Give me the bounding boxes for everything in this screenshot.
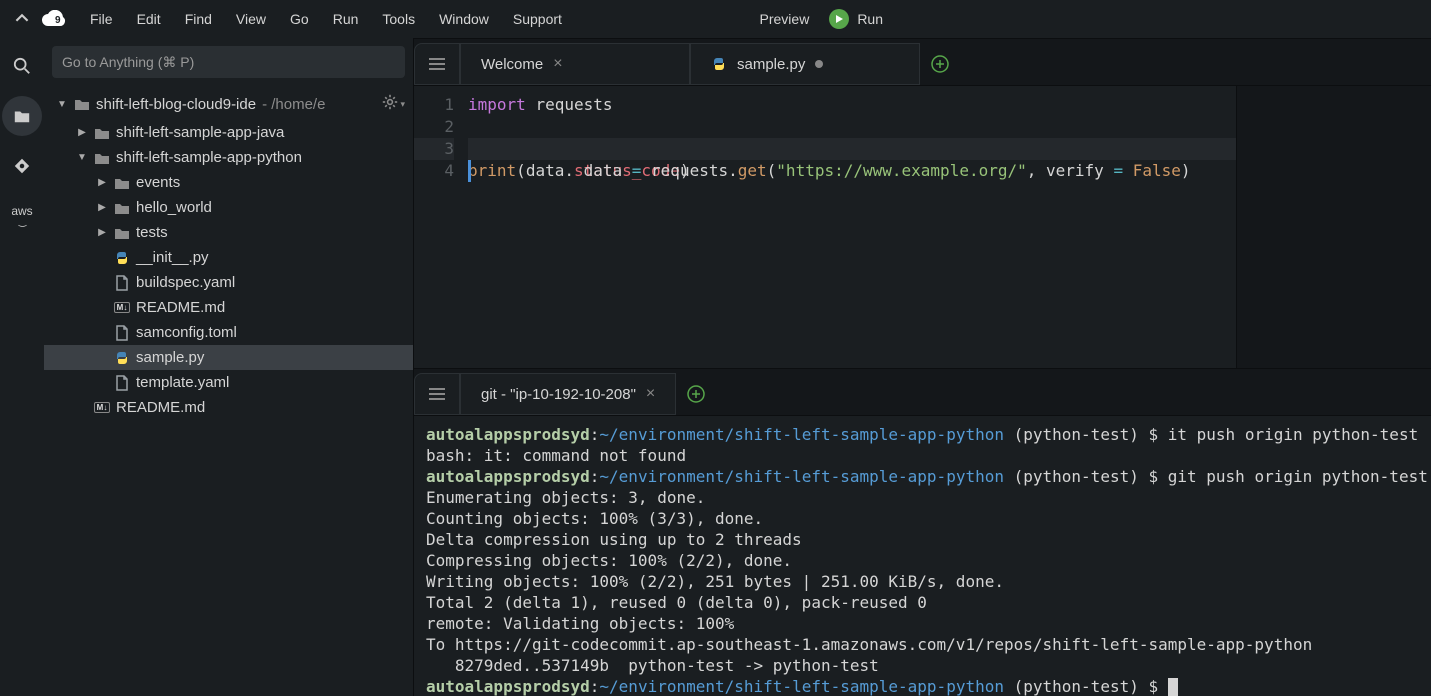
play-icon <box>829 9 849 29</box>
close-icon[interactable]: × <box>646 385 655 403</box>
explorer-icon[interactable] <box>2 96 42 136</box>
tree-item-label: shift-left-sample-app-python <box>116 149 302 166</box>
menu-edit[interactable]: Edit <box>125 7 173 31</box>
svg-text:9: 9 <box>55 15 61 26</box>
menu-view[interactable]: View <box>224 7 278 31</box>
tab-label: Welcome <box>481 56 543 73</box>
tree-folder[interactable]: ▶ tests <box>44 220 413 245</box>
chevron-right-icon: ▶ <box>76 127 88 138</box>
terminal-tab-menu-button[interactable] <box>414 373 460 415</box>
collapse-icon[interactable] <box>8 11 36 28</box>
cloud9-logo-icon: 9 <box>40 5 68 33</box>
tree-item-label: __init__.py <box>136 249 209 266</box>
tree-file[interactable]: buildspec.yaml <box>44 270 413 295</box>
close-icon[interactable]: × <box>553 55 562 73</box>
folder-icon <box>74 96 90 112</box>
menu-file[interactable]: File <box>78 7 125 31</box>
tree-folder[interactable]: ▶ hello_world <box>44 195 413 220</box>
tree-item-label: sample.py <box>136 349 204 366</box>
gear-icon <box>382 94 398 114</box>
folder-icon <box>94 150 110 166</box>
tree-item-label: hello_world <box>136 199 212 216</box>
editor-minimap-region <box>1236 86 1431 368</box>
chevron-right-icon: ▶ <box>96 177 108 188</box>
menu-go[interactable]: Go <box>278 7 321 31</box>
activity-bar: aws⏝ <box>0 38 44 696</box>
aws-icon[interactable]: aws⏝ <box>2 196 42 236</box>
file-icon <box>114 375 130 391</box>
menubar: 9 FileEditFindViewGoRunToolsWindowSuppor… <box>0 0 1431 38</box>
tab-label: sample.py <box>737 56 805 73</box>
tree-folder[interactable]: ▶ shift-left-sample-app-java <box>44 120 413 145</box>
code-editor[interactable]: 1234 import requests data = requests.get… <box>414 86 1431 368</box>
code-area[interactable]: import requests data = requests.get("htt… <box>464 86 1236 368</box>
menu-run[interactable]: Run <box>321 7 371 31</box>
tree-item-label: events <box>136 174 180 191</box>
tree-file[interactable]: template.yaml <box>44 370 413 395</box>
tree-file[interactable]: __init__.py <box>44 245 413 270</box>
tree-item-label: template.yaml <box>136 374 229 391</box>
python-icon <box>711 56 727 72</box>
new-tab-button[interactable] <box>920 43 960 85</box>
menu-support[interactable]: Support <box>501 7 574 31</box>
terminal-tab-label: git - "ip-10-192-10-208" <box>481 386 636 403</box>
tree-folder[interactable]: ▶ events <box>44 170 413 195</box>
preview-button[interactable]: Preview <box>760 11 810 27</box>
chevron-down-icon: ▾ <box>400 99 405 110</box>
tree-folder[interactable]: ▼ shift-left-sample-app-python <box>44 145 413 170</box>
settings-button[interactable]: ▾ <box>382 94 405 114</box>
active-line-marker <box>468 160 471 182</box>
chevron-down-icon: ▼ <box>76 152 88 163</box>
terminal-tab-bar: git - "ip-10-192-10-208" × <box>414 368 1431 416</box>
explorer-panel: ▼ shift-left-blog-cloud9-ide - /home/e ▾… <box>44 38 414 696</box>
file-icon <box>114 275 130 291</box>
chevron-right-icon: ▶ <box>96 227 108 238</box>
python-icon <box>114 350 130 366</box>
markdown-icon: M↓ <box>94 400 110 416</box>
markdown-icon: M↓ <box>114 300 130 316</box>
search-icon[interactable] <box>2 46 42 86</box>
tree-file[interactable]: M↓ README.md <box>44 395 413 420</box>
tree-item-label: samconfig.toml <box>136 324 237 341</box>
project-root-name: shift-left-blog-cloud9-ide <box>96 96 256 113</box>
folder-icon <box>114 200 130 216</box>
tree-item-label: shift-left-sample-app-java <box>116 124 284 141</box>
tree-item-label: README.md <box>116 399 205 416</box>
source-control-icon[interactable] <box>2 146 42 186</box>
go-to-anything-input[interactable] <box>52 46 405 78</box>
menu-tools[interactable]: Tools <box>370 7 427 31</box>
terminal-cursor <box>1168 678 1178 696</box>
menu-find[interactable]: Find <box>173 7 224 31</box>
terminal-tab[interactable]: git - "ip-10-192-10-208" × <box>460 373 676 415</box>
folder-icon <box>114 225 130 241</box>
tree-file[interactable]: samconfig.toml <box>44 320 413 345</box>
dirty-indicator-icon <box>815 60 823 68</box>
new-terminal-tab-button[interactable] <box>676 373 716 415</box>
tree-item-label: buildspec.yaml <box>136 274 235 291</box>
chevron-down-icon: ▼ <box>56 99 68 110</box>
tree-file[interactable]: sample.py <box>44 345 413 370</box>
tree-item-label: README.md <box>136 299 225 316</box>
python-icon <box>114 250 130 266</box>
tab-menu-button[interactable] <box>414 43 460 85</box>
file-icon <box>114 325 130 341</box>
editor-tab[interactable]: sample.py <box>690 43 920 85</box>
line-number-gutter: 1234 <box>414 86 464 368</box>
tree-item-label: tests <box>136 224 168 241</box>
editor-tab-bar: Welcome × sample.py <box>414 38 1431 86</box>
editor-tab[interactable]: Welcome × <box>460 43 690 85</box>
tree-file[interactable]: M↓ README.md <box>44 295 413 320</box>
folder-icon <box>114 175 130 191</box>
folder-icon <box>94 125 110 141</box>
terminal[interactable]: autoalappsprodsyd:~/environment/shift-le… <box>414 416 1431 696</box>
run-button[interactable]: Run <box>829 9 883 29</box>
project-root-path: - /home/e <box>262 96 325 113</box>
file-tree: ▶ shift-left-sample-app-java ▼ shift-left-s… <box>44 120 413 420</box>
chevron-right-icon: ▶ <box>96 202 108 213</box>
project-root[interactable]: ▼ shift-left-blog-cloud9-ide - /home/e <box>56 96 325 113</box>
menu-window[interactable]: Window <box>427 7 501 31</box>
